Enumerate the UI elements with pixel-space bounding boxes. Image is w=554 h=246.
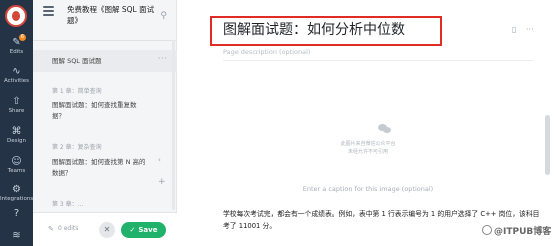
more-options-icon[interactable]: ··· (526, 25, 534, 34)
divider (33, 40, 177, 41)
rail-label-design: Design (7, 138, 26, 144)
outline-panel: 免费教程《图解 SQL 面试题》 ⚲ 图解 SQL 面试题 ··· 第 1 章：… (33, 0, 177, 246)
layers-icon: ≋ (12, 230, 21, 241)
search-icon[interactable]: ⚲ (160, 11, 167, 21)
page-description-input[interactable]: Page description (optional) (223, 48, 310, 56)
pulse-icon: ∿ (12, 66, 21, 77)
outline-item-active[interactable]: 图解 SQL 面试题 ··· (33, 50, 177, 72)
share-icon: ⇧ (12, 96, 21, 107)
editor-main: 图解面试题：如何分析中位数 ▯ ··· Page description (op… (178, 0, 554, 246)
pencil-icon: ✎ (12, 37, 21, 48)
section-heading[interactable]: 第 3 章：… (52, 199, 84, 208)
cancel-button[interactable]: ✕ (99, 222, 115, 238)
save-bar: ✎ 0 edits ✕ ✓ Save (33, 212, 177, 246)
rail-item-activities[interactable]: ∿ Activities (0, 66, 33, 85)
help-icon: ? (13, 208, 20, 219)
page-title[interactable]: 图解面试题：如何分析中位数 (223, 20, 405, 40)
image-text-line: 未经允许不可引用 (347, 149, 388, 155)
document-header: 免费教程《图解 SQL 面试题》 ⚲ (33, 0, 177, 40)
rail-label-integrations: Integrations (0, 196, 34, 202)
rail-item-layers[interactable]: ≋ (0, 230, 33, 241)
team-icon: ☺ (11, 156, 22, 167)
outline-entry[interactable]: 图解面试题：如何查找第 N 高的数据？ (52, 157, 148, 179)
integrations-icon: ⚙ (12, 184, 21, 195)
add-page-icon[interactable]: + (158, 177, 166, 187)
rail-item-teams[interactable]: ☺ Teams (0, 156, 33, 175)
rail-item-design[interactable]: ⌘ Design (0, 126, 33, 145)
app-rail: ✎ 6 Edits ∿ Activities ⇧ Share ⌘ Design … (0, 0, 33, 246)
rail-item-help[interactable]: ? (0, 208, 33, 219)
rail-item-integrations[interactable]: ⚙ Integrations (0, 184, 33, 203)
rail-label-edits: Edits (9, 49, 24, 55)
outline-menu-icon[interactable] (43, 6, 54, 18)
rail-label-teams: Teams (7, 168, 26, 174)
watermark-logo-icon (482, 225, 492, 235)
edits-badge: 6 (19, 34, 26, 41)
divider (223, 60, 533, 61)
rail-item-edits[interactable]: ✎ 6 Edits (0, 34, 33, 56)
watermark-text: @ITPUB博客 (494, 227, 552, 237)
editor-scrollbar-thumb[interactable] (545, 115, 550, 175)
design-icon: ⌘ (11, 126, 22, 137)
section-heading[interactable]: 第 1 章：简单查询 (52, 86, 102, 95)
outline-entry[interactable]: 图解面试题：如何查找重复数据？ (52, 100, 148, 122)
document-icon[interactable]: ▯ (512, 25, 516, 34)
outline-scrollbar[interactable] (172, 40, 175, 210)
wechat-icon (378, 124, 392, 134)
watermark: @ITPUB博客 (482, 224, 551, 237)
edit-count-icon: ✎ (48, 225, 54, 233)
document-title[interactable]: 免费教程《图解 SQL 面试题》 (67, 4, 163, 26)
check-icon: ✓ (129, 226, 136, 234)
section-heading[interactable]: 第 2 章：复杂查询 (52, 142, 102, 151)
app-logo[interactable] (5, 5, 27, 27)
collapse-icon[interactable]: ‹ (158, 156, 161, 164)
edits-count: 0 edits (58, 225, 79, 232)
embedded-image[interactable]: 此图片来自微信公众平台 未经允许不可引用 (223, 108, 513, 168)
rail-label-share: Share (8, 108, 25, 114)
rail-item-share[interactable]: ⇧ Share (0, 96, 33, 115)
image-text-line: 此图片来自微信公众平台 (340, 141, 396, 147)
more-icon[interactable]: ··· (158, 54, 167, 64)
save-label: Save (138, 226, 158, 234)
outline-item-label: 图解 SQL 面试题 (52, 57, 102, 65)
rail-label-activities: Activities (3, 78, 30, 84)
save-button[interactable]: ✓ Save (121, 222, 166, 238)
image-caption-input[interactable]: Enter a caption for this image (optional… (223, 185, 513, 193)
